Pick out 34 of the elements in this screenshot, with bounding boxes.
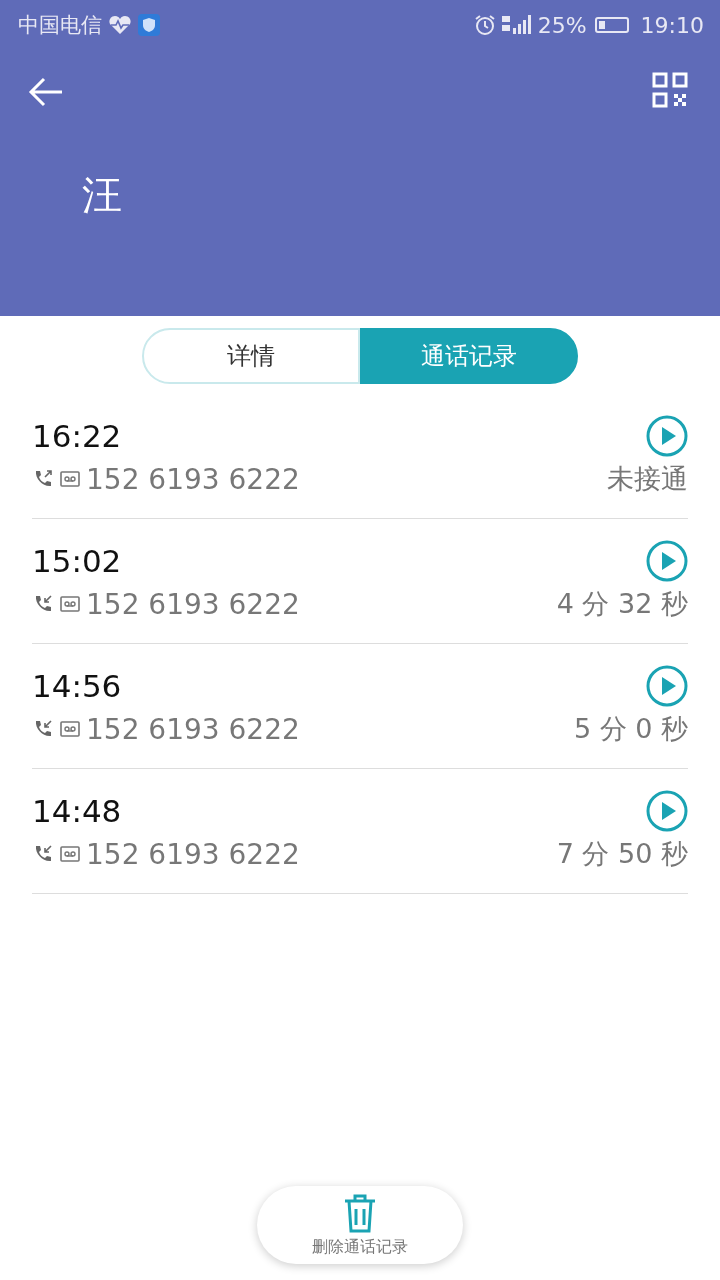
alarm-icon — [473, 14, 496, 36]
trash-icon — [343, 1192, 377, 1233]
phone-number: 152 6193 6222 — [86, 837, 300, 871]
play-icon[interactable] — [646, 665, 688, 707]
voicemail-icon — [60, 596, 80, 612]
play-icon[interactable] — [646, 540, 688, 582]
play-icon[interactable] — [646, 790, 688, 832]
call-duration: 4 分 32 秒 — [556, 587, 688, 621]
clock: 19:10 — [640, 12, 704, 38]
delete-call-log-button[interactable]: 删除通话记录 — [257, 1186, 463, 1264]
call-time: 16:22 — [32, 418, 122, 454]
shield-icon — [138, 14, 160, 36]
voicemail-icon — [60, 721, 80, 737]
voicemail-icon — [60, 471, 80, 487]
call-duration: 未接通 — [607, 462, 688, 496]
call-duration: 7 分 50 秒 — [556, 837, 688, 871]
call-duration: 5 分 0 秒 — [573, 712, 688, 746]
call-time: 15:02 — [32, 543, 122, 579]
qr-code-icon[interactable] — [652, 72, 688, 108]
voicemail-icon — [60, 846, 80, 862]
call-time: 14:48 — [32, 793, 122, 829]
tab[interactable]: 详情 — [142, 328, 360, 384]
carrier-name: 中国电信 — [18, 12, 102, 39]
phone-number: 152 6193 6222 — [86, 712, 300, 746]
signal-icon — [501, 14, 532, 36]
battery-icon — [594, 17, 629, 33]
call-time: 14:56 — [32, 668, 122, 704]
heart-rate-icon — [108, 15, 132, 35]
tab[interactable]: 通话记录 — [360, 328, 578, 384]
play-icon[interactable] — [646, 415, 688, 457]
contact-name: 汪 — [82, 171, 123, 220]
phone-number: 152 6193 6222 — [86, 587, 300, 621]
battery-percent: 25% — [537, 12, 587, 38]
phone-number: 152 6193 6222 — [86, 462, 300, 496]
